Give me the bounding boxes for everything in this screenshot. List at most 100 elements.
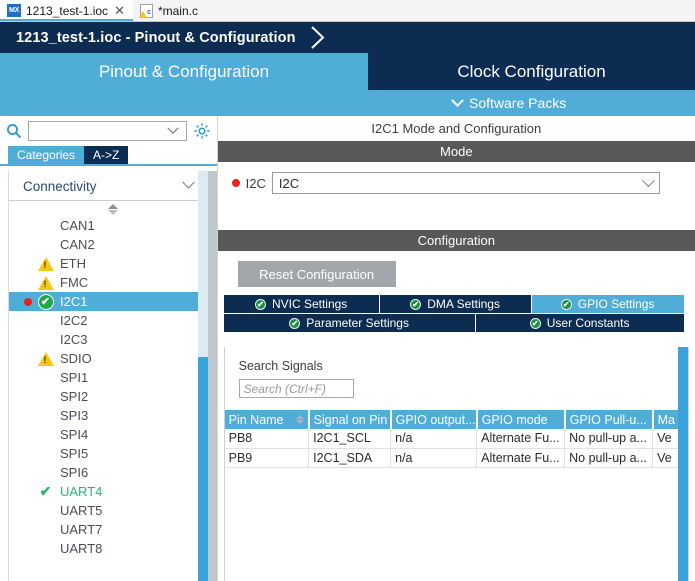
table-header-signal-on-pin[interactable]: Signal on Pin [308,410,392,429]
scroll-up-icon[interactable] [107,204,118,209]
chevron-down-icon [181,175,195,189]
i2c-mode-label: I2C [245,175,266,191]
config-tab-label: NVIC Settings [271,297,348,311]
sidebar-item-spi1[interactable]: SPI1 [9,368,217,387]
check-icon: ✔ [37,483,54,500]
main-nav-tabs: Pinout & Configuration Clock Configurati… [0,53,695,90]
config-tab-dma-settings[interactable]: ✔ DMA Settings [379,295,532,314]
sidebar-group-connectivity[interactable]: Connectivity [9,171,207,201]
sidebar-item-label: I2C2 [60,313,88,328]
sidebar-item-uart7[interactable]: UART7 [9,520,217,539]
sidebar-item-can2[interactable]: CAN2 [9,235,217,254]
table-cell[interactable]: PB8 [224,429,310,449]
editor-tab-ioc[interactable]: MX 1213_test-1.ioc ✕ [0,0,133,21]
sidebar-item-eth[interactable]: ETH [9,254,217,273]
status-placeholder [37,217,54,234]
sidebar-item-spi2[interactable]: SPI2 [9,387,217,406]
mode-section-header-label: Mode [440,144,473,159]
gear-icon[interactable] [193,122,211,140]
body-split: Categories A->Z Connectivity CAN1 CAN2 ETH… [0,116,695,581]
breadcrumb-label: 1213_test-1.ioc - Pinout & Configuration [16,29,296,46]
table-row[interactable]: PB8 I2C1_SCL n/a Alternate Fu... No pull-up … [224,429,688,449]
table-cell[interactable]: n/a [390,448,478,468]
table-cell[interactable]: I2C1_SDA [308,448,392,468]
tab-categories[interactable]: Categories [8,146,85,164]
checkmark-icon: ✔ [39,483,52,499]
tab-pinout-configuration[interactable]: Pinout & Configuration [0,53,368,90]
sidebar-item-uart5[interactable]: UART5 [9,501,217,520]
status-placeholder [37,407,54,424]
status-placeholder [37,426,54,443]
sidebar-item-can1[interactable]: CAN1 [9,216,217,235]
table-cell[interactable]: PB9 [224,448,310,468]
table-row[interactable]: PB9 I2C1_SDA n/a Alternate Fu... No pull-up … [224,448,688,468]
table-body: PB8 I2C1_SCL n/a Alternate Fu... No pull-up … [224,429,688,468]
sidebar-item-uart8[interactable]: UART8 [9,539,217,558]
config-tab-gpio-settings[interactable]: ✔ GPIO Settings [531,295,684,314]
error-dot-icon [231,179,240,187]
search-signals-input[interactable]: Search (Ctrl+F) [238,379,354,398]
chevron-down-icon[interactable] [166,122,179,134]
config-tab-nvic-settings[interactable]: ✔ NVIC Settings [223,295,380,314]
table-header-pin-name[interactable]: Pin Name [224,410,310,429]
sidebar-category-tabs: Categories A->Z [0,146,217,166]
search-signals-label: Search Signals [238,359,323,373]
sidebar-gutter [207,171,217,581]
sidebar-item-spi3[interactable]: SPI3 [9,406,217,425]
warning-triangle-icon [37,351,54,366]
table-cell[interactable]: Alternate Fu... [476,429,566,449]
table-cell[interactable]: n/a [390,429,478,449]
sort-arrows-icon[interactable] [295,415,304,424]
table-header-gpio-output[interactable]: GPIO output... [390,410,478,429]
close-icon[interactable]: ✕ [113,4,126,17]
table-cell[interactable]: No pull-up a... [564,429,654,449]
sidebar-item-spi4[interactable]: SPI4 [9,425,217,444]
table-cell[interactable]: No pull-up a... [564,448,654,468]
scroll-down-icon[interactable] [107,210,118,215]
signals-scrollbar[interactable] [678,347,688,581]
software-packs-label: Software Packs [469,95,567,111]
page-title-label: I2C1 Mode and Configuration [371,121,542,136]
status-placeholder [37,521,54,538]
chevron-down-icon [451,93,464,107]
i2c-mode-select[interactable]: I2C [271,172,660,194]
check-circle-icon: ✔ [529,317,541,329]
scroll-spinner[interactable] [106,204,120,215]
config-tab-label: User Constants [546,316,630,330]
config-tab-parameter-settings[interactable]: ✔ Parameter Settings [223,314,476,333]
table-cell[interactable]: Alternate Fu... [476,448,566,468]
sidebar-item-spi5[interactable]: SPI5 [9,444,217,463]
sidebar-scrollbar-track[interactable] [197,171,208,581]
sidebar-item-i2c1[interactable]: ✔ I2C1 [9,292,217,311]
gpio-signals-table: Pin Name Signal on Pin GPIO output... GPIO … [224,410,688,468]
table-cell[interactable]: I2C1_SCL [308,429,392,449]
sidebar-item-label: UART8 [60,541,103,556]
config-tab-user-constants[interactable]: ✔ User Constants [475,314,684,333]
editor-tab-strip: MX 1213_test-1.ioc ✕ c *main.c [0,0,695,22]
table-header-row: Pin Name Signal on Pin GPIO output... GPIO … [224,410,688,429]
tab-pinout-configuration-label: Pinout & Configuration [98,61,270,81]
mode-section-body: I2C I2C [217,162,695,206]
sidebar-item-i2c2[interactable]: I2C2 [9,311,217,330]
software-packs-menu[interactable]: Software Packs [451,93,567,111]
sidebar-item-fmc[interactable]: FMC [9,273,217,292]
sidebar-item-i2c3[interactable]: I2C3 [9,330,217,349]
sidebar-item-label: UART5 [60,503,103,518]
tab-clock-configuration[interactable]: Clock Configuration [368,53,695,90]
sidebar-item-uart4[interactable]: ✔ UART4 [9,482,217,501]
software-packs-bar: Software Packs [0,90,695,116]
table-header-gpio-pull-u[interactable]: GPIO Pull-u... [564,410,654,429]
sidebar-item-spi6[interactable]: SPI6 [9,463,217,482]
reset-configuration-button[interactable]: Reset Configuration [237,261,396,287]
search-input[interactable] [28,121,187,141]
sidebar-item-label: ETH [60,256,86,271]
tab-a-to-z[interactable]: A->Z [84,146,129,164]
editor-tab-mainc[interactable]: c *main.c [132,0,205,21]
sidebar-item-sdio[interactable]: SDIO [9,349,217,368]
configuration-tabs-row-2: ✔ Parameter Settings ✔ User Constants [223,314,689,333]
sidebar-scrollbar-thumb[interactable] [197,357,208,581]
configuration-tabs: ✔ NVIC Settings ✔ DMA Settings ✔ GPIO Setting… [218,295,695,333]
sidebar-item-label: SDIO [60,351,92,366]
table-header-gpio-mode[interactable]: GPIO mode [476,410,566,429]
editor-tab-ioc-label: 1213_test-1.ioc [26,3,109,18]
